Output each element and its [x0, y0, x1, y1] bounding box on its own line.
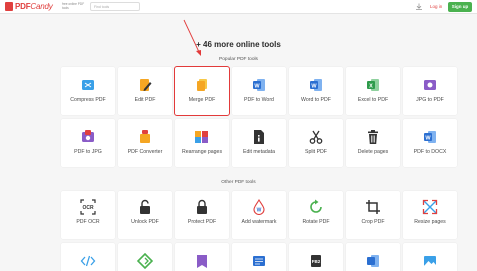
tool-split-pdf[interactable]: Split PDF	[289, 119, 343, 167]
merge-icon	[197, 79, 207, 91]
tool-label: Rotate PDF	[302, 219, 330, 225]
resize-icon	[422, 199, 438, 215]
svg-text:W: W	[254, 83, 260, 89]
tagline: free online PDF tools	[62, 2, 85, 10]
watermark-icon: W	[253, 199, 265, 215]
crop-icon	[366, 200, 380, 214]
tool-label: Split PDF	[305, 149, 327, 155]
tool-rotate-pdf[interactable]: Rotate PDF	[289, 191, 343, 239]
tool-pdf-to-docx[interactable]: W PDF to DOCX	[403, 119, 457, 167]
svg-text:W: W	[257, 208, 262, 214]
excel-icon: X	[367, 79, 379, 91]
tool-delete-pages[interactable]: Delete pages	[346, 119, 400, 167]
download-icon[interactable]	[415, 3, 423, 11]
tool-fb2[interactable]: FB2	[289, 243, 343, 271]
login-link[interactable]: Log in	[430, 4, 442, 9]
logo-text-light: Candy	[30, 2, 53, 11]
fb2-icon: FB2	[311, 255, 321, 267]
tool-word-to-pdf[interactable]: W Word to PDF	[289, 67, 343, 115]
tool-label: PDF to Word	[244, 97, 274, 103]
tool-jpg-to-pdf[interactable]: JPG to PDF	[403, 67, 457, 115]
other-tools-title: Other PDF tools	[221, 180, 256, 185]
search-input[interactable]: Find tools	[90, 2, 140, 11]
tool-pdf-to-word[interactable]: W PDF to Word	[232, 67, 286, 115]
tool-label: PDF OCR	[76, 219, 100, 225]
logo-text: PDF	[15, 2, 31, 11]
tool-merge-pdf[interactable]: Merge PDF	[174, 66, 230, 116]
tool-compress-pdf[interactable]: Compress PDF	[61, 67, 115, 115]
tool-html[interactable]	[61, 243, 115, 271]
slides-icon	[367, 255, 379, 267]
tool-label: Protect PDF	[187, 219, 217, 225]
logo[interactable]: PDFCandy	[5, 2, 53, 11]
metadata-icon	[254, 130, 264, 144]
docx-icon: W	[424, 131, 436, 143]
tool-crop-pdf[interactable]: Crop PDF	[346, 191, 400, 239]
tool-label: PDF to DOCX	[413, 149, 447, 155]
more-tools-title[interactable]: + 46 more online tools	[0, 40, 477, 49]
tool-protect-pdf[interactable]: Protect PDF	[175, 191, 229, 239]
svg-text:OCR: OCR	[82, 205, 94, 211]
word-icon: W	[253, 79, 265, 91]
tool-label: Delete pages	[357, 149, 389, 155]
tool-label: Rearrange pages	[181, 149, 223, 155]
picture-icon	[424, 256, 436, 266]
scissors-icon	[309, 130, 323, 144]
tool-label: PDF to JPG	[74, 149, 102, 155]
tool-edit-metadata[interactable]: Edit metadata	[232, 119, 286, 167]
popular-tools-grid: Compress PDF Edit PDF Merge PDF W PDF to…	[61, 66, 457, 167]
image-icon	[424, 80, 436, 90]
epub-icon	[137, 253, 153, 269]
trash-icon	[368, 130, 378, 144]
tool-edit-pdf[interactable]: Edit PDF	[118, 67, 172, 115]
rotate-icon	[310, 199, 322, 213]
svg-text:W: W	[311, 83, 317, 89]
tool-label: Compress PDF	[70, 97, 106, 103]
unlock-icon	[140, 199, 150, 214]
tool-picture[interactable]	[403, 243, 457, 271]
tool-label: Excel to PDF	[357, 97, 389, 103]
tool-slides[interactable]	[346, 243, 400, 271]
other-tools-grid: OCR PDF OCR Unlock PDF Protect PDF W Add…	[61, 191, 457, 271]
top-bar: PDFCandy free online PDF tools Find tool…	[0, 0, 477, 14]
edit-icon	[140, 79, 152, 91]
converter-icon	[140, 130, 150, 143]
tool-label: Add watermark	[241, 219, 277, 225]
tool-excel-to-pdf[interactable]: X Excel to PDF	[346, 67, 400, 115]
image-icon	[82, 130, 94, 142]
tool-label: Crop PDF	[361, 219, 385, 225]
tool-pdf-ocr[interactable]: OCR PDF OCR	[61, 191, 115, 239]
tool-label: Edit PDF	[134, 97, 156, 103]
svg-text:X: X	[369, 83, 373, 89]
tool-label: Word to PDF	[301, 97, 331, 103]
lock-icon	[197, 199, 207, 214]
word-icon: W	[310, 79, 322, 91]
tool-label: PDF Converter	[127, 149, 163, 155]
tool-label: JPG to PDF	[416, 97, 444, 103]
tool-rearrange-pages[interactable]: Rearrange pages	[175, 119, 229, 167]
tool-pdf-converter[interactable]: PDF Converter	[118, 119, 172, 167]
logo-mark-icon	[5, 2, 13, 11]
svg-text:FB2: FB2	[312, 259, 321, 264]
tool-pdf-to-jpg[interactable]: PDF to JPG	[61, 119, 115, 167]
popular-tools-title: Popular PDF tools	[219, 57, 258, 62]
tool-label: Resize pages	[414, 219, 446, 225]
svg-text:W: W	[425, 135, 431, 141]
tool-label: Edit metadata	[242, 149, 275, 155]
tool-add-watermark[interactable]: W Add watermark	[232, 191, 286, 239]
book-icon	[197, 255, 207, 268]
tool-book[interactable]	[175, 243, 229, 271]
compress-icon	[82, 80, 94, 90]
tool-epub[interactable]	[118, 243, 172, 271]
tool-document[interactable]	[232, 243, 286, 271]
tool-resize-pages[interactable]: Resize pages	[403, 191, 457, 239]
tool-label: Merge PDF	[188, 97, 216, 103]
ocr-icon: OCR	[80, 199, 96, 215]
code-icon	[80, 255, 96, 267]
tool-unlock-pdf[interactable]: Unlock PDF	[118, 191, 172, 239]
tool-label: Unlock PDF	[131, 219, 159, 225]
signup-button[interactable]: Sign up	[448, 2, 472, 12]
document-icon	[253, 256, 265, 266]
rearrange-icon	[195, 131, 208, 143]
